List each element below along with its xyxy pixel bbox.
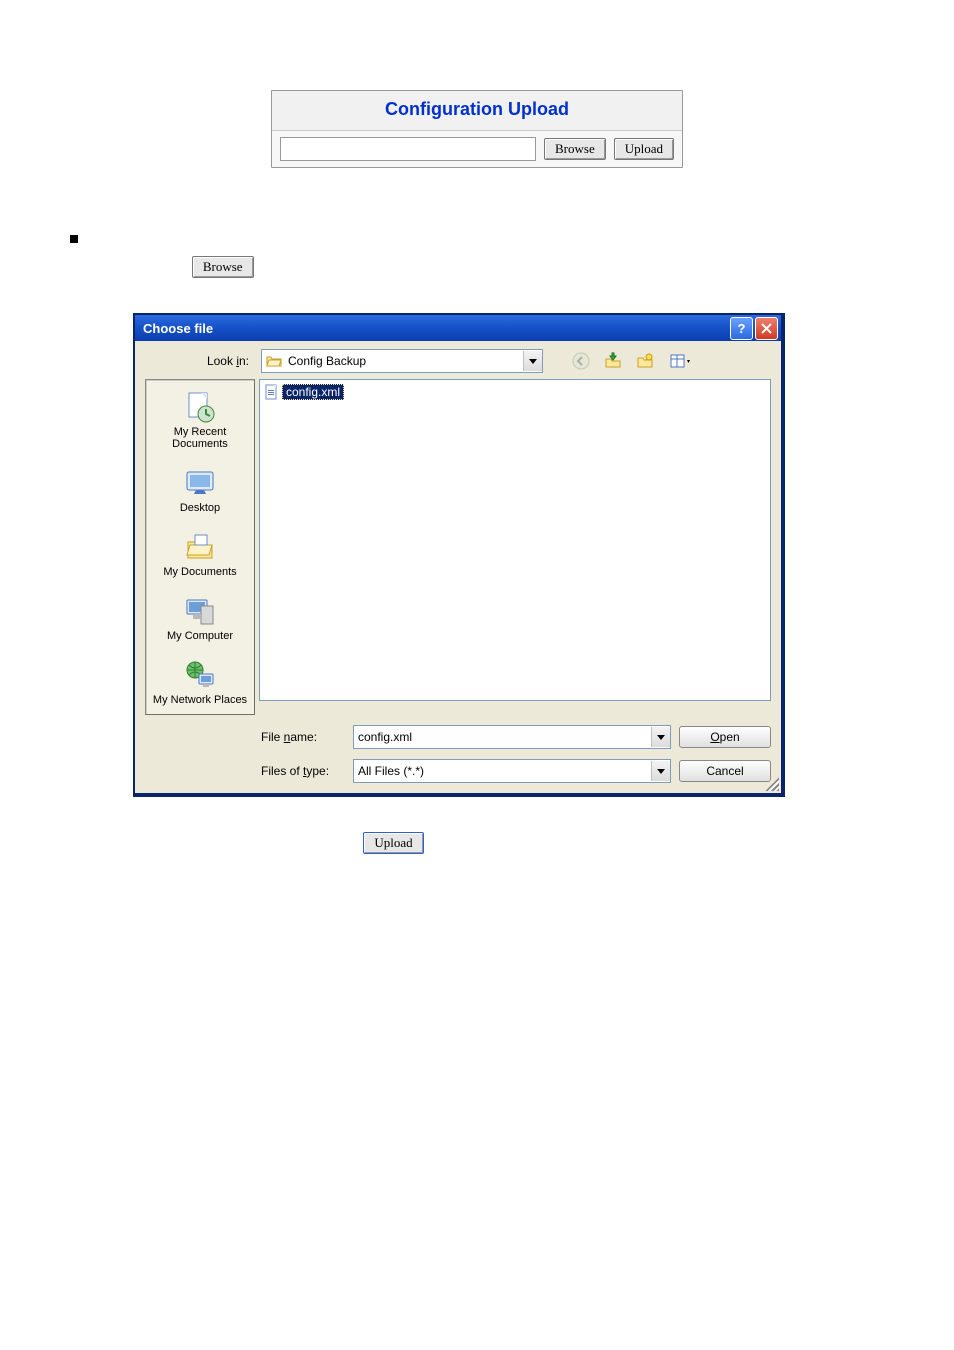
places-bar: My Recent Documents Desktop [145, 379, 255, 715]
inline-browse-button[interactable]: Browse [192, 256, 254, 278]
place-label: My Recent Documents [146, 426, 254, 450]
folder-open-icon [266, 353, 282, 369]
folder-new-icon [636, 352, 654, 370]
place-desktop[interactable]: Desktop [146, 462, 254, 518]
dialog-title: Choose file [143, 321, 213, 336]
dialog-bottom: File name: config.xml Open Files of type… [145, 725, 771, 783]
config-upload-panel: Configuration Upload Browse Upload [271, 90, 683, 168]
file-name: config.xml [282, 384, 344, 400]
up-one-level-button[interactable] [601, 349, 625, 373]
combo-arrow-icon[interactable] [523, 351, 542, 371]
file-type-select[interactable]: All Files (*.*) [353, 759, 671, 783]
lookin-combo[interactable]: Config Backup [261, 349, 543, 373]
place-my-documents[interactable]: My Documents [146, 526, 254, 582]
place-my-network[interactable]: My Network Places [146, 654, 254, 710]
step-browse: Click the Browse button to find the conf… [134, 256, 884, 278]
upload-button[interactable]: Upload [614, 138, 674, 160]
file-list[interactable]: config.xml [259, 379, 771, 701]
lookin-label: Look in: [145, 354, 253, 368]
my-computer-icon [183, 594, 217, 628]
help-button[interactable]: ? [730, 317, 753, 340]
place-recent-documents[interactable]: My Recent Documents [146, 386, 254, 454]
step-upload: Click the Upload button to upload the co… [70, 832, 884, 854]
open-button[interactable]: Open [679, 726, 771, 748]
combo-arrow-icon[interactable] [651, 727, 670, 747]
combo-arrow-icon[interactable] [651, 761, 670, 781]
place-label: My Documents [163, 566, 236, 578]
file-name-label: File name: [261, 730, 345, 744]
file-icon [264, 384, 280, 400]
lookin-row: Look in: Config Backup [145, 349, 771, 373]
cancel-button[interactable]: Cancel [679, 760, 771, 782]
view-menu-button[interactable] [665, 349, 697, 373]
view-menu-icon [670, 352, 692, 370]
place-my-computer[interactable]: My Computer [146, 590, 254, 646]
my-documents-icon [183, 530, 217, 564]
lookin-value: Config Backup [286, 354, 523, 368]
place-label: Desktop [180, 502, 220, 514]
lookin-toolbar [569, 349, 697, 373]
square-bullet-icon [70, 235, 78, 243]
file-item-config-xml[interactable]: config.xml [264, 384, 344, 400]
close-button[interactable] [755, 317, 778, 340]
desktop-icon [183, 466, 217, 500]
config-upload-title: Configuration Upload [272, 91, 682, 131]
config-file-input[interactable] [280, 137, 536, 161]
file-name-input[interactable]: config.xml [353, 725, 671, 749]
dialog-titlebar[interactable]: Choose file ? [134, 314, 782, 341]
file-type-value: All Files (*.*) [354, 764, 651, 778]
file-name-value: config.xml [354, 730, 651, 744]
dialog-title-actions: ? [730, 317, 778, 340]
back-button[interactable] [569, 349, 593, 373]
recent-documents-icon [183, 390, 217, 424]
restore-heading-row: Restore Configuration [70, 228, 884, 244]
dialog-body: Look in: Config Backup [134, 341, 782, 794]
inline-upload-button[interactable]: Upload [363, 832, 423, 854]
network-places-icon [183, 658, 217, 692]
file-type-label: Files of type: [261, 764, 345, 778]
close-icon [761, 323, 772, 334]
dialog-main: My Recent Documents Desktop [145, 379, 771, 715]
folder-up-icon [604, 352, 622, 370]
place-label: My Computer [167, 630, 233, 642]
back-icon [572, 352, 590, 370]
config-upload-row: Browse Upload [272, 131, 682, 167]
new-folder-button[interactable] [633, 349, 657, 373]
place-label: My Network Places [153, 694, 247, 706]
choose-file-dialog: Choose file ? Look in: Config Backup [134, 314, 784, 796]
browse-button[interactable]: Browse [544, 138, 606, 160]
